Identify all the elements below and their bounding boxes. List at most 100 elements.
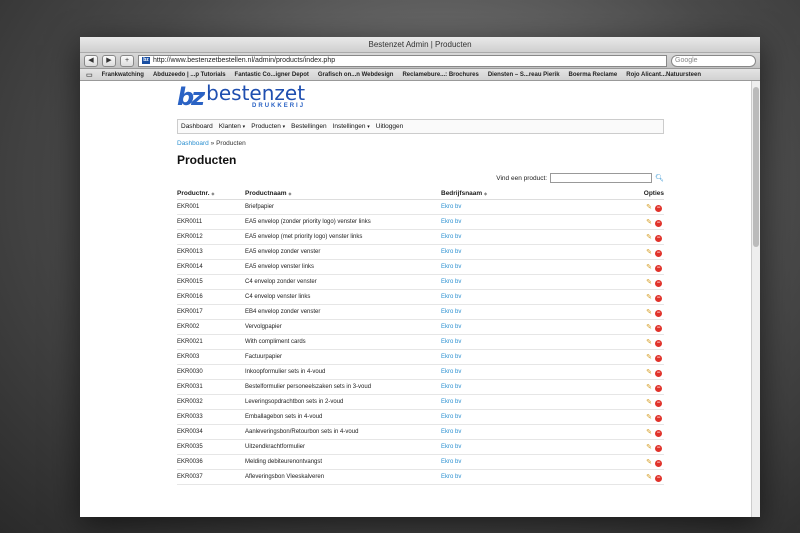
- company-link[interactable]: Ekro bv: [441, 454, 617, 470]
- bestenzet-logo[interactable]: bz bestenzet DRUKKERIJ: [177, 83, 664, 115]
- company-link[interactable]: Ekro bv: [441, 259, 617, 275]
- delete-icon[interactable]: −: [655, 324, 662, 332]
- company-link[interactable]: Ekro bv: [441, 229, 617, 245]
- forward-button[interactable]: ▶: [102, 54, 116, 67]
- menu-instellingen[interactable]: Instellingen ▾: [333, 123, 370, 130]
- delete-icon[interactable]: −: [655, 249, 662, 257]
- pencil-icon[interactable]: ✎: [646, 324, 652, 331]
- page-content: bz bestenzet DRUKKERIJ Dashboard Klanten…: [80, 81, 760, 517]
- cell-productnaam: EA5 envelop (met priority logo) venster …: [245, 229, 441, 245]
- delete-icon[interactable]: −: [655, 354, 662, 362]
- sort-icon: ◆: [484, 191, 488, 196]
- company-link[interactable]: Ekro bv: [441, 304, 617, 320]
- cell-options: ✎ −: [617, 394, 664, 410]
- menu-uitloggen[interactable]: Uitloggen: [376, 123, 403, 130]
- delete-icon[interactable]: −: [655, 369, 662, 377]
- delete-icon[interactable]: −: [655, 309, 662, 317]
- delete-icon[interactable]: −: [655, 204, 662, 212]
- pencil-icon[interactable]: ✎: [646, 459, 652, 466]
- pencil-icon[interactable]: ✎: [646, 219, 652, 226]
- header-productnr[interactable]: Productnr. ◆: [177, 188, 245, 200]
- pencil-icon[interactable]: ✎: [646, 414, 652, 421]
- company-link[interactable]: Ekro bv: [441, 469, 617, 485]
- browser-search-input[interactable]: Google: [671, 54, 756, 67]
- company-link[interactable]: Ekro bv: [441, 334, 617, 350]
- cell-productnaam: C4 envelop venster links: [245, 289, 441, 305]
- table-row: EKR0032 Leveringsopdrachtbon sets in 2-vo…: [177, 394, 664, 410]
- header-bedrijfsnaam[interactable]: Bedrijfsnaam ◆: [441, 188, 617, 200]
- pencil-icon[interactable]: ✎: [646, 264, 652, 271]
- add-bookmark-button[interactable]: +: [120, 54, 134, 67]
- company-link[interactable]: Ekro bv: [441, 349, 617, 365]
- company-link[interactable]: Ekro bv: [441, 199, 617, 215]
- pencil-icon[interactable]: ✎: [646, 474, 652, 481]
- delete-icon[interactable]: −: [655, 399, 662, 407]
- bookmark-item[interactable]: Frankwatching: [102, 72, 144, 78]
- pencil-icon[interactable]: ✎: [646, 279, 652, 286]
- pencil-icon[interactable]: ✎: [646, 339, 652, 346]
- table-row: EKR0036 Melding debiteurenontvangst Ekro b…: [177, 454, 664, 470]
- bookmark-item[interactable]: Grafisch on...n Webdesign: [318, 72, 394, 78]
- bookmark-item[interactable]: Abduzeedo | ...p Tutorials: [153, 72, 226, 78]
- pencil-icon[interactable]: ✎: [646, 309, 652, 316]
- pencil-icon[interactable]: ✎: [646, 369, 652, 376]
- menu-dashboard[interactable]: Dashboard: [181, 123, 213, 130]
- bookmark-item[interactable]: Fantastic Co...igner Depot: [235, 72, 309, 78]
- menu-klanten[interactable]: Klanten ▾: [219, 123, 245, 130]
- cell-productnr: EKR0034: [177, 424, 245, 440]
- scrollbar-thumb[interactable]: [753, 87, 759, 247]
- company-link[interactable]: Ekro bv: [441, 244, 617, 260]
- table-row: EKR0017 EB4 envelop zonder venster Ekro bv…: [177, 304, 664, 320]
- cell-productnr: EKR0037: [177, 469, 245, 485]
- cell-productnaam: EB4 envelop zonder venster: [245, 304, 441, 320]
- url-text: http://www.bestenzetbestellen.nl/admin/p…: [153, 56, 336, 64]
- delete-icon[interactable]: −: [655, 459, 662, 467]
- pencil-icon[interactable]: ✎: [646, 294, 652, 301]
- menu-producten[interactable]: Producten ▾: [251, 123, 285, 130]
- back-button[interactable]: ◀: [84, 54, 98, 67]
- pencil-icon[interactable]: ✎: [646, 204, 652, 211]
- pencil-icon[interactable]: ✎: [646, 384, 652, 391]
- address-bar[interactable]: bz http://www.bestenzetbestellen.nl/admi…: [138, 54, 667, 67]
- pencil-icon[interactable]: ✎: [646, 354, 652, 361]
- company-link[interactable]: Ekro bv: [441, 274, 617, 290]
- book-icon[interactable]: ▭: [86, 71, 93, 79]
- company-link[interactable]: Ekro bv: [441, 289, 617, 305]
- header-productnaam[interactable]: Productnaam ◆: [245, 188, 441, 200]
- search-icon[interactable]: 🔍︎: [655, 174, 664, 182]
- pencil-icon[interactable]: ✎: [646, 399, 652, 406]
- bookmark-item[interactable]: Diensten – S...reau Pierik: [488, 72, 560, 78]
- company-link[interactable]: Ekro bv: [441, 319, 617, 335]
- delete-icon[interactable]: −: [655, 339, 662, 347]
- delete-icon[interactable]: −: [655, 279, 662, 287]
- delete-icon[interactable]: −: [655, 474, 662, 482]
- breadcrumb-dashboard-link[interactable]: Dashboard: [177, 140, 209, 147]
- bookmark-item[interactable]: Rojo Alicant...Natuursteen: [626, 72, 701, 78]
- delete-icon[interactable]: −: [655, 219, 662, 227]
- bookmark-item[interactable]: Boerma Reclame: [569, 72, 618, 78]
- delete-icon[interactable]: −: [655, 264, 662, 272]
- company-link[interactable]: Ekro bv: [441, 394, 617, 410]
- company-link[interactable]: Ekro bv: [441, 424, 617, 440]
- delete-icon[interactable]: −: [655, 234, 662, 242]
- delete-icon[interactable]: −: [655, 384, 662, 392]
- delete-icon[interactable]: −: [655, 429, 662, 437]
- cell-options: ✎ −: [617, 349, 664, 365]
- product-search-input[interactable]: [550, 173, 653, 183]
- delete-icon[interactable]: −: [655, 414, 662, 422]
- company-link[interactable]: Ekro bv: [441, 409, 617, 425]
- company-link[interactable]: Ekro bv: [441, 364, 617, 380]
- pencil-icon[interactable]: ✎: [646, 444, 652, 451]
- company-link[interactable]: Ekro bv: [441, 379, 617, 395]
- delete-icon[interactable]: −: [655, 294, 662, 302]
- pencil-icon[interactable]: ✎: [646, 429, 652, 436]
- vertical-scrollbar[interactable]: [751, 81, 760, 517]
- cell-options: ✎ −: [617, 199, 664, 215]
- company-link[interactable]: Ekro bv: [441, 439, 617, 455]
- menu-bestellingen[interactable]: Bestellingen: [291, 123, 326, 130]
- delete-icon[interactable]: −: [655, 444, 662, 452]
- company-link[interactable]: Ekro bv: [441, 214, 617, 230]
- pencil-icon[interactable]: ✎: [646, 234, 652, 241]
- bookmark-item[interactable]: Reclamebure...: Brochures: [402, 72, 478, 78]
- pencil-icon[interactable]: ✎: [646, 249, 652, 256]
